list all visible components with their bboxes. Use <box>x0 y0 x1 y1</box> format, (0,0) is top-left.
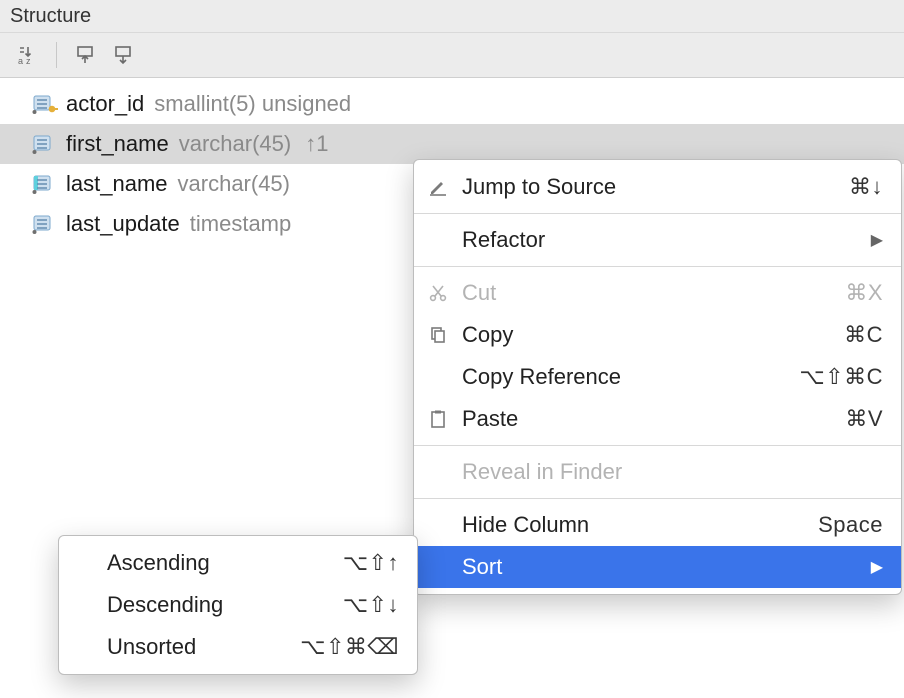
menu-label: Paste <box>462 406 833 432</box>
menu-separator <box>414 498 901 499</box>
menu-item-hide-column[interactable]: Hide Column Space <box>414 504 901 546</box>
menu-separator <box>414 213 901 214</box>
menu-shortcut: ⌘V <box>845 406 883 432</box>
column-icon <box>32 213 58 235</box>
expand-all-button[interactable] <box>71 41 99 69</box>
svg-text:z: z <box>26 56 31 66</box>
menu-label: Unsorted <box>107 634 288 660</box>
menu-shortcut: ⌥⇧↓ <box>343 592 399 618</box>
paste-icon <box>426 409 450 429</box>
menu-separator <box>414 445 901 446</box>
column-icon <box>32 133 58 155</box>
menu-item-copy[interactable]: Copy ⌘C <box>414 314 901 356</box>
menu-label: Reveal in Finder <box>462 459 883 485</box>
column-name: last_update <box>66 211 180 237</box>
panel-title: Structure <box>10 5 91 27</box>
edit-icon <box>426 177 450 197</box>
menu-label: Copy <box>462 322 832 348</box>
menu-shortcut: ⌥⇧⌘⌫ <box>300 634 399 660</box>
toolbar: a z <box>0 33 904 78</box>
column-type: varchar(45) <box>179 131 291 157</box>
menu-label: Copy Reference <box>462 364 787 390</box>
menu-item-copy-reference[interactable]: Copy Reference ⌥⇧⌘C <box>414 356 901 398</box>
column-row-first-name[interactable]: first_name varchar(45) ↑1 <box>0 124 904 164</box>
menu-label: Sort <box>462 554 859 580</box>
menu-item-sort-ascending[interactable]: Ascending ⌥⇧↑ <box>59 542 417 584</box>
menu-label: Refactor <box>462 227 859 253</box>
panel-header: Structure <box>0 0 904 33</box>
menu-separator <box>414 266 901 267</box>
copy-icon <box>426 325 450 345</box>
sort-alpha-button[interactable]: a z <box>14 41 42 69</box>
menu-item-sort-descending[interactable]: Descending ⌥⇧↓ <box>59 584 417 626</box>
column-sort-indicator: ↑1 <box>305 131 328 157</box>
submenu-arrow-icon: ▶ <box>871 230 883 250</box>
column-name: first_name <box>66 131 169 157</box>
menu-item-refactor[interactable]: Refactor ▶ <box>414 219 901 261</box>
menu-item-paste[interactable]: Paste ⌘V <box>414 398 901 440</box>
menu-item-jump-to-source[interactable]: Jump to Source ⌘↓ <box>414 166 901 208</box>
menu-shortcut: ⌘C <box>844 322 883 348</box>
menu-shortcut: Space <box>818 512 883 538</box>
menu-shortcut: ⌥⇧↑ <box>343 550 399 576</box>
svg-text:a: a <box>18 56 23 66</box>
sort-submenu: Ascending ⌥⇧↑ Descending ⌥⇧↓ Unsorted ⌥⇧… <box>58 535 418 675</box>
menu-label: Jump to Source <box>462 174 837 200</box>
column-name: last_name <box>66 171 168 197</box>
submenu-arrow-icon: ▶ <box>871 557 883 577</box>
column-type: varchar(45) <box>178 171 290 197</box>
column-row-actor-id[interactable]: actor_id smallint(5) unsigned <box>0 84 904 124</box>
menu-item-cut[interactable]: Cut ⌘X <box>414 272 901 314</box>
cut-icon <box>426 283 450 303</box>
indexed-column-icon <box>32 173 58 195</box>
collapse-all-button[interactable] <box>109 41 137 69</box>
primary-key-column-icon <box>32 93 58 115</box>
menu-shortcut: ⌥⇧⌘C <box>799 364 883 390</box>
menu-label: Cut <box>462 280 833 306</box>
menu-label: Ascending <box>107 550 331 576</box>
menu-item-sort-unsorted[interactable]: Unsorted ⌥⇧⌘⌫ <box>59 626 417 668</box>
column-type: smallint(5) unsigned <box>154 91 351 117</box>
menu-shortcut: ⌘X <box>845 280 883 306</box>
menu-label: Descending <box>107 592 331 618</box>
column-name: actor_id <box>66 91 144 117</box>
column-type: timestamp <box>190 211 291 237</box>
context-menu: Jump to Source ⌘↓ Refactor ▶ Cut ⌘X Copy… <box>413 159 902 595</box>
menu-item-sort[interactable]: Sort ▶ <box>414 546 901 588</box>
menu-shortcut: ⌘↓ <box>849 174 883 200</box>
menu-item-reveal-finder[interactable]: Reveal in Finder <box>414 451 901 493</box>
toolbar-separator <box>56 42 57 68</box>
menu-label: Hide Column <box>462 512 806 538</box>
